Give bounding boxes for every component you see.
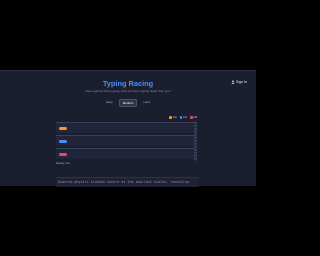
- race-track: You AI1 AI2 Ready. Go!: [56, 116, 199, 165]
- typing-passage[interactable]: Quantum physics studies nature at the sm…: [56, 177, 199, 187]
- legend-item-ai2: AI2: [189, 116, 197, 119]
- typing-race-app: Sign In Typing Racing Race against AI by…: [0, 70, 256, 187]
- lane-ai2: [56, 148, 195, 159]
- page-title: Typing Racing: [102, 79, 154, 88]
- mode-medium-button[interactable]: Medium: [118, 99, 138, 108]
- legend-item-ai1: AI1: [179, 116, 187, 119]
- mode-hard-button[interactable]: Hard: [140, 99, 153, 107]
- car-ai1-icon: [59, 139, 67, 143]
- race-lanes: [56, 122, 197, 161]
- lane-ai1: [56, 135, 195, 146]
- car-you-icon: [59, 126, 67, 130]
- lane-you: [56, 122, 195, 133]
- legend-item-you: You: [169, 116, 177, 119]
- racer-legend: You AI1 AI2: [169, 116, 197, 119]
- mode-easy-button[interactable]: Easy: [103, 99, 116, 107]
- difficulty-selector: Easy Medium Hard: [0, 99, 256, 108]
- race-status: Ready. Go!: [56, 161, 70, 165]
- finish-line: [194, 122, 197, 161]
- viewport: Sign In Typing Racing Race against AI by…: [0, 0, 256, 256]
- car-ai2-icon: [59, 152, 67, 156]
- page-subtitle: Race against AI by typing. Find out who'…: [85, 89, 171, 93]
